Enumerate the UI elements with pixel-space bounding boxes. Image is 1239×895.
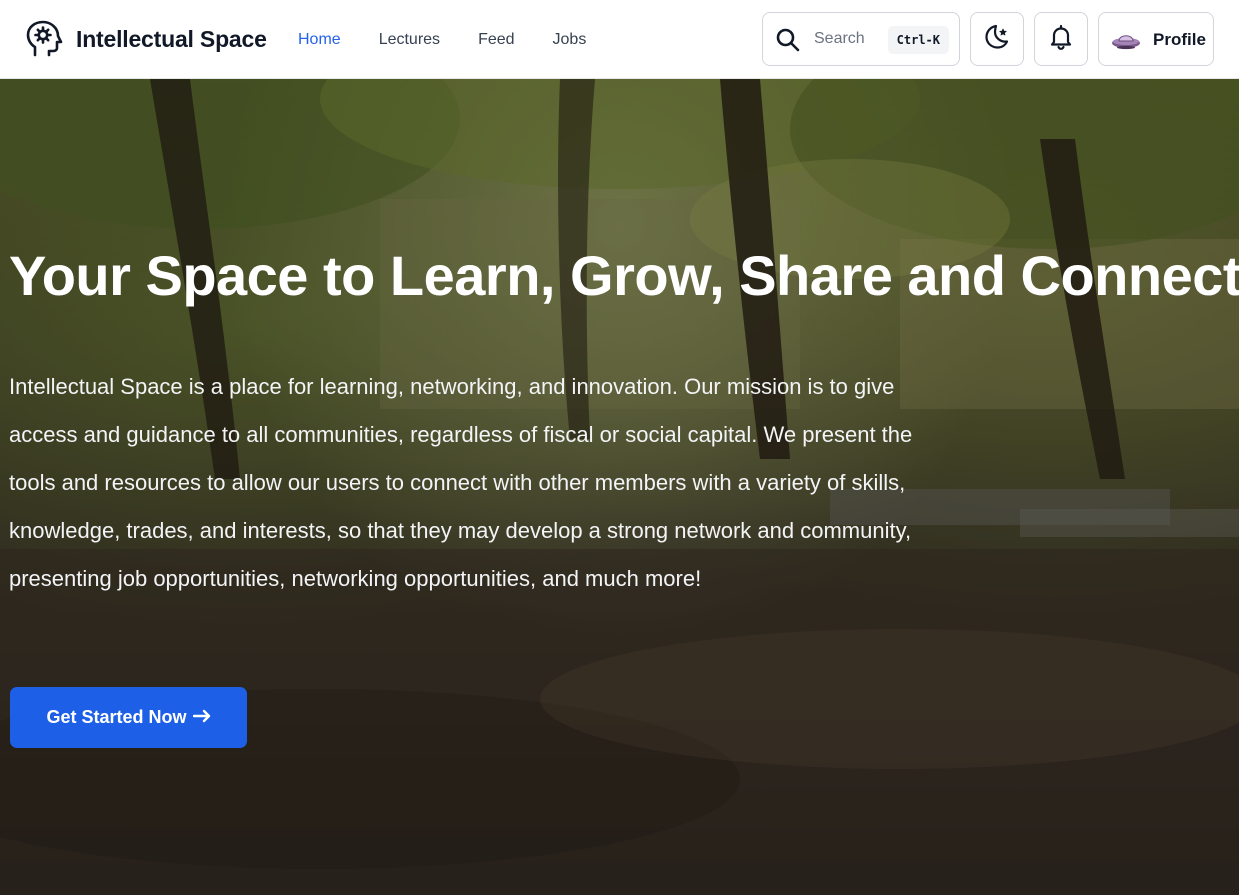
get-started-button[interactable]: Get Started Now — [10, 687, 247, 748]
notifications-button[interactable] — [1034, 12, 1088, 66]
search-icon — [775, 27, 801, 53]
theme-toggle-button[interactable] — [970, 12, 1024, 66]
get-started-label: Get Started Now — [46, 707, 187, 727]
avatar — [1111, 28, 1141, 52]
hero-section: Your Space to Learn, Grow, Share and Con… — [0, 79, 1239, 895]
search-button[interactable]: Search Ctrl-K — [762, 12, 960, 66]
brand[interactable]: Intellectual Space — [25, 20, 267, 58]
profile-button[interactable]: Profile — [1098, 12, 1214, 66]
nav-link-jobs[interactable]: Jobs — [553, 31, 587, 49]
arrow-right-icon — [192, 706, 211, 729]
nav-link-lectures[interactable]: Lectures — [379, 31, 440, 49]
top-navbar: Intellectual Space Home Lectures Feed Jo… — [0, 0, 1239, 79]
hero-description: Intellectual Space is a place for learni… — [9, 374, 913, 591]
search-shortcut-hint: Ctrl-K — [887, 26, 949, 54]
bell-icon — [1047, 23, 1075, 56]
head-gear-icon — [25, 20, 63, 58]
nav-link-feed[interactable]: Feed — [478, 31, 514, 49]
main-nav: Home Lectures Feed Jobs — [298, 0, 624, 79]
search-placeholder: Search — [814, 30, 865, 47]
brand-name: Intellectual Space — [76, 25, 267, 52]
hero-title: Your Space to Learn, Grow, Share and Con… — [9, 244, 1239, 307]
nav-link-home[interactable]: Home — [298, 31, 341, 49]
moon-stars-icon — [983, 23, 1011, 56]
profile-label: Profile — [1153, 30, 1206, 49]
